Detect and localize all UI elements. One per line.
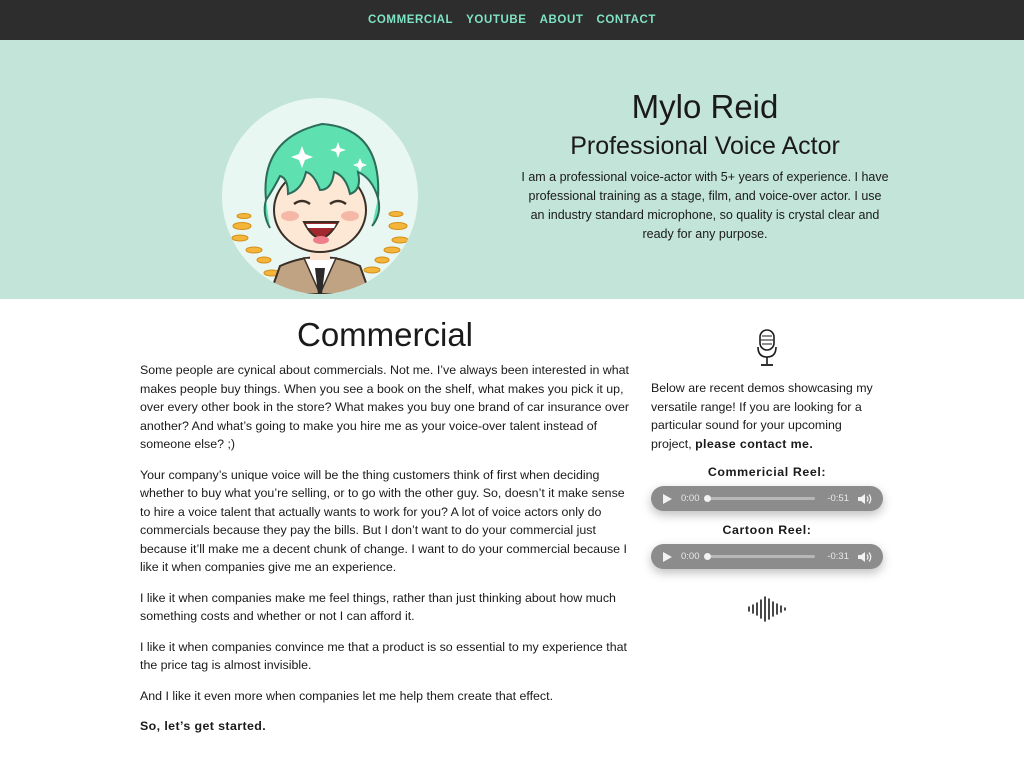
commercial-section: Commercial Some people are cynical about…: [140, 315, 630, 735]
bio-text: I am a professional voice-actor with 5+ …: [521, 170, 889, 241]
slider-knob[interactable]: [704, 552, 711, 560]
closing-line: So, let’s get started.: [140, 719, 267, 733]
sound-wave-icon: [651, 595, 883, 628]
paragraph: And I like it even more when companies l…: [140, 688, 554, 703]
current-time: 0:00: [681, 493, 700, 504]
nav-contact[interactable]: CONTACT: [596, 14, 656, 26]
hero-text: Mylo Reid Professional Voice Actor I am …: [520, 88, 890, 244]
nav-about[interactable]: ABOUT: [540, 14, 584, 26]
contact-link[interactable]: please contact me.: [695, 437, 813, 451]
paragraph: I like it when companies make me feel th…: [140, 590, 616, 624]
avatar: [222, 98, 418, 294]
reel-label-commercial: Commericial Reel:: [707, 465, 827, 479]
sidebar-intro: Below are recent demos showcasing my ver…: [651, 379, 883, 453]
paragraph: Some people are cynical about commercial…: [140, 363, 630, 451]
audio-player-commercial[interactable]: 0:00 -0:51: [651, 486, 883, 511]
slider-knob[interactable]: [704, 494, 711, 502]
current-time: 0:00: [681, 551, 700, 562]
progress-slider[interactable]: [704, 494, 815, 502]
microphone-icon: [651, 329, 883, 369]
remaining-time: -0:31: [827, 551, 849, 562]
page-title: Mylo Reid: [631, 88, 779, 125]
paragraph: Your company’s unique voice will be the …: [140, 467, 627, 575]
reel-label-cartoon: Cartoon Reel:: [722, 523, 812, 537]
nav-commercial[interactable]: COMMERCIAL: [368, 14, 453, 26]
main-content: Commercial Some people are cynical about…: [0, 299, 1024, 768]
top-nav: COMMERCIAL YOUTUBE ABOUT CONTACT: [0, 0, 1024, 40]
audio-player-cartoon[interactable]: 0:00 -0:31: [651, 544, 883, 569]
hero-banner: Mylo Reid Professional Voice Actor I am …: [0, 40, 1024, 299]
progress-slider[interactable]: [704, 552, 815, 560]
demo-sidebar: Below are recent demos showcasing my ver…: [651, 329, 883, 628]
page-subtitle: Professional Voice Actor: [570, 132, 840, 160]
volume-icon[interactable]: [857, 551, 873, 563]
remaining-time: -0:51: [827, 493, 849, 504]
paragraph: I like it when companies convince me tha…: [140, 639, 627, 673]
play-icon[interactable]: [663, 493, 672, 504]
nav-youtube[interactable]: YOUTUBE: [466, 14, 526, 26]
volume-icon[interactable]: [857, 493, 873, 505]
avatar-illustration: [231, 122, 409, 294]
play-icon[interactable]: [663, 551, 672, 562]
section-title: Commercial: [296, 316, 474, 353]
